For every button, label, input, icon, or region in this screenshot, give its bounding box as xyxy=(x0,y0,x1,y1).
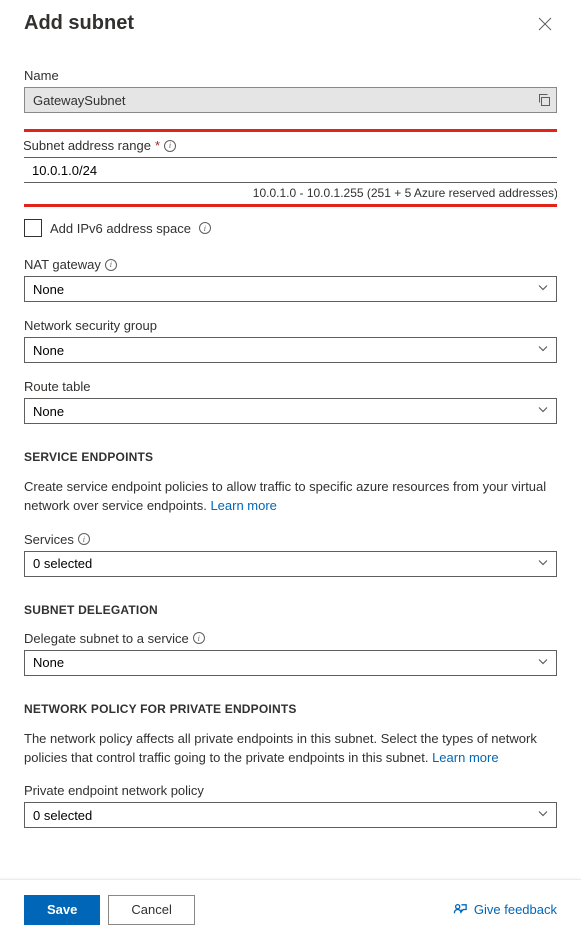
cancel-button[interactable]: Cancel xyxy=(108,895,194,925)
nsg-label: Network security group xyxy=(24,318,557,333)
services-select[interactable] xyxy=(24,551,557,577)
copy-icon[interactable] xyxy=(537,93,551,107)
private-endpoint-select[interactable] xyxy=(24,802,557,828)
services-label: Services xyxy=(24,532,74,547)
subnet-delegation-header: SUBNET DELEGATION xyxy=(24,603,557,617)
name-label: Name xyxy=(24,68,557,83)
close-icon xyxy=(538,17,552,31)
route-select[interactable] xyxy=(24,398,557,424)
save-button[interactable]: Save xyxy=(24,895,100,925)
info-icon[interactable]: i xyxy=(193,632,205,644)
info-icon[interactable]: i xyxy=(199,222,211,234)
required-indicator: * xyxy=(155,138,160,153)
close-button[interactable] xyxy=(533,12,557,36)
ipv6-checkbox[interactable] xyxy=(24,219,42,237)
range-label: Subnet address range xyxy=(24,138,151,153)
give-feedback-link[interactable]: Give feedback xyxy=(453,902,557,917)
learn-more-link[interactable]: Learn more xyxy=(432,750,498,765)
subnet-range-highlight: Subnet address range * i 10.0.1.0 - 10.0… xyxy=(24,129,557,207)
nat-select[interactable] xyxy=(24,276,557,302)
info-icon[interactable]: i xyxy=(164,140,176,152)
private-endpoint-label: Private endpoint network policy xyxy=(24,783,557,798)
network-policy-header: NETWORK POLICY FOR PRIVATE ENDPOINTS xyxy=(24,702,557,716)
nat-label: NAT gateway xyxy=(24,257,101,272)
subnet-range-input[interactable] xyxy=(24,157,557,183)
info-icon[interactable]: i xyxy=(78,533,90,545)
service-endpoints-description: Create service endpoint policies to allo… xyxy=(24,479,546,513)
feedback-label: Give feedback xyxy=(474,902,557,917)
service-endpoints-header: SERVICE ENDPOINTS xyxy=(24,450,557,464)
learn-more-link[interactable]: Learn more xyxy=(210,498,276,513)
info-icon[interactable]: i xyxy=(105,259,117,271)
range-helper-text: 10.0.1.0 - 10.0.1.255 (251 + 5 Azure res… xyxy=(24,186,557,200)
ipv6-label: Add IPv6 address space xyxy=(50,221,191,236)
nsg-select[interactable] xyxy=(24,337,557,363)
delegate-select[interactable] xyxy=(24,650,557,676)
name-input xyxy=(24,87,557,113)
delegate-label: Delegate subnet to a service xyxy=(24,631,189,646)
feedback-icon xyxy=(453,902,468,917)
route-label: Route table xyxy=(24,379,557,394)
page-title: Add subnet xyxy=(24,12,134,35)
